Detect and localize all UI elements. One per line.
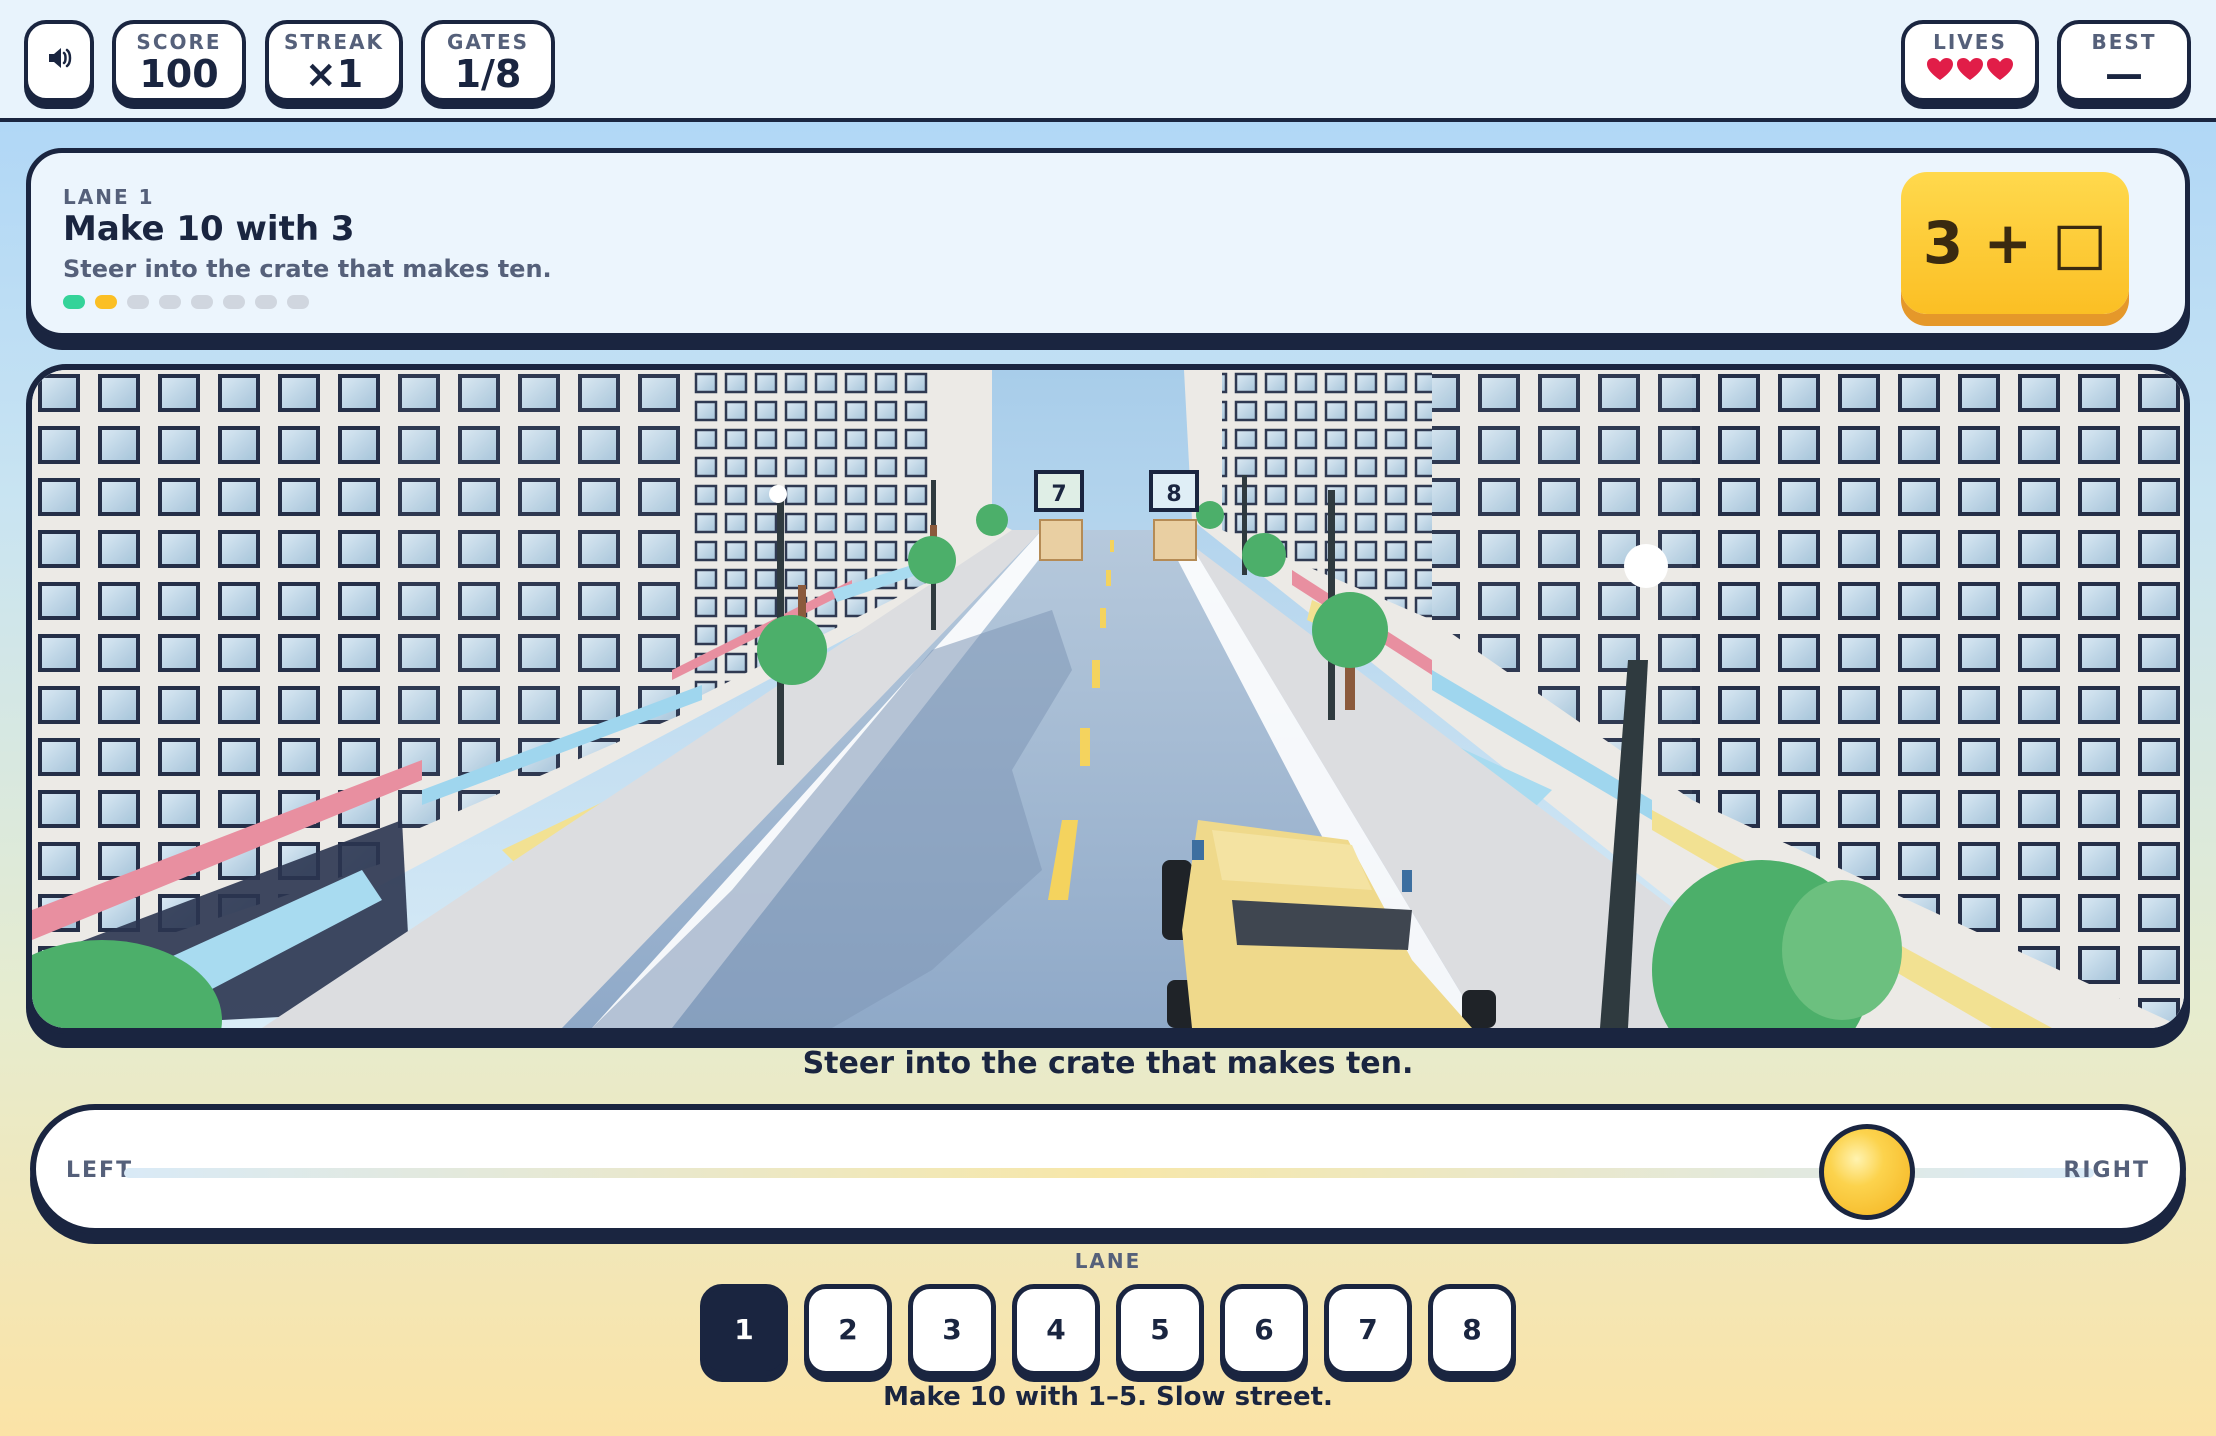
best-label: BEST bbox=[2091, 30, 2157, 54]
progress-dot bbox=[63, 295, 85, 309]
equation-badge: 3 + □ bbox=[1901, 172, 2129, 314]
lives-display: LIVES bbox=[1901, 20, 2039, 102]
steering-knob[interactable] bbox=[1819, 1124, 1916, 1220]
best-value: — bbox=[2105, 52, 2143, 96]
speaker-icon bbox=[49, 48, 72, 68]
lane-button-3[interactable]: 3 bbox=[908, 1284, 996, 1376]
lane-button-2[interactable]: 2 bbox=[804, 1284, 892, 1376]
lane-button-1[interactable]: 1 bbox=[700, 1284, 788, 1376]
progress-dot bbox=[255, 295, 277, 309]
lives-label: LIVES bbox=[1933, 30, 2007, 54]
hint-text: Steer into the crate that makes ten. bbox=[802, 1046, 1414, 1081]
lane-picker-label: LANE bbox=[1074, 1249, 1142, 1273]
lane-button-4[interactable]: 4 bbox=[1012, 1284, 1100, 1376]
score-display: SCORE 100 bbox=[112, 20, 246, 102]
progress-dot bbox=[127, 295, 149, 309]
progress-dot bbox=[191, 295, 213, 309]
progress-dots bbox=[63, 295, 309, 309]
lane-picker: 12345678 bbox=[700, 1284, 1516, 1376]
progress-dot bbox=[223, 295, 245, 309]
score-value: 100 bbox=[139, 52, 219, 96]
heart-icon bbox=[1927, 58, 1953, 80]
progress-dot bbox=[95, 295, 117, 309]
lane-button-6[interactable]: 6 bbox=[1220, 1284, 1308, 1376]
hearts-row bbox=[1905, 58, 2035, 82]
lane-button-7[interactable]: 7 bbox=[1324, 1284, 1412, 1376]
steer-right-label: RIGHT bbox=[2063, 1158, 2150, 1183]
best-display: BEST — bbox=[2057, 20, 2191, 102]
street-scene: 7 8 bbox=[32, 370, 2184, 1028]
gates-label: GATES bbox=[446, 30, 530, 54]
progress-dot bbox=[159, 295, 181, 309]
steering-slider[interactable]: LEFT RIGHT bbox=[30, 1104, 2186, 1234]
streak-label: STREAK bbox=[283, 30, 385, 54]
crate-label-7: 7 bbox=[1051, 482, 1066, 507]
steer-left-label: LEFT bbox=[66, 1158, 134, 1183]
heart-icon bbox=[1987, 58, 2013, 80]
streak-value: ×1 bbox=[304, 52, 364, 96]
sound-toggle-button[interactable] bbox=[24, 20, 94, 102]
task-title: Make 10 with 3 bbox=[63, 209, 355, 249]
gates-value: 1/8 bbox=[454, 52, 522, 96]
crate-label-8: 8 bbox=[1166, 482, 1181, 507]
score-label: SCORE bbox=[136, 30, 222, 54]
game-scene: 7 8 bbox=[26, 364, 2190, 1034]
lane-label: LANE 1 bbox=[63, 185, 155, 209]
level-description: Make 10 with 1–5. Slow street. bbox=[883, 1382, 1333, 1412]
streak-display: STREAK ×1 bbox=[265, 20, 403, 102]
lane-button-8[interactable]: 8 bbox=[1428, 1284, 1516, 1376]
steering-track[interactable] bbox=[124, 1168, 2094, 1178]
task-subtitle: Steer into the crate that makes ten. bbox=[63, 255, 552, 283]
progress-dot bbox=[287, 295, 309, 309]
heart-icon bbox=[1957, 58, 1983, 80]
lane-button-5[interactable]: 5 bbox=[1116, 1284, 1204, 1376]
top-bar: SCORE 100 STREAK ×1 GATES 1/8 LIVES BEST… bbox=[0, 0, 2216, 122]
task-card: LANE 1 Make 10 with 3 Steer into the cra… bbox=[26, 148, 2190, 338]
gates-display: GATES 1/8 bbox=[421, 20, 555, 102]
